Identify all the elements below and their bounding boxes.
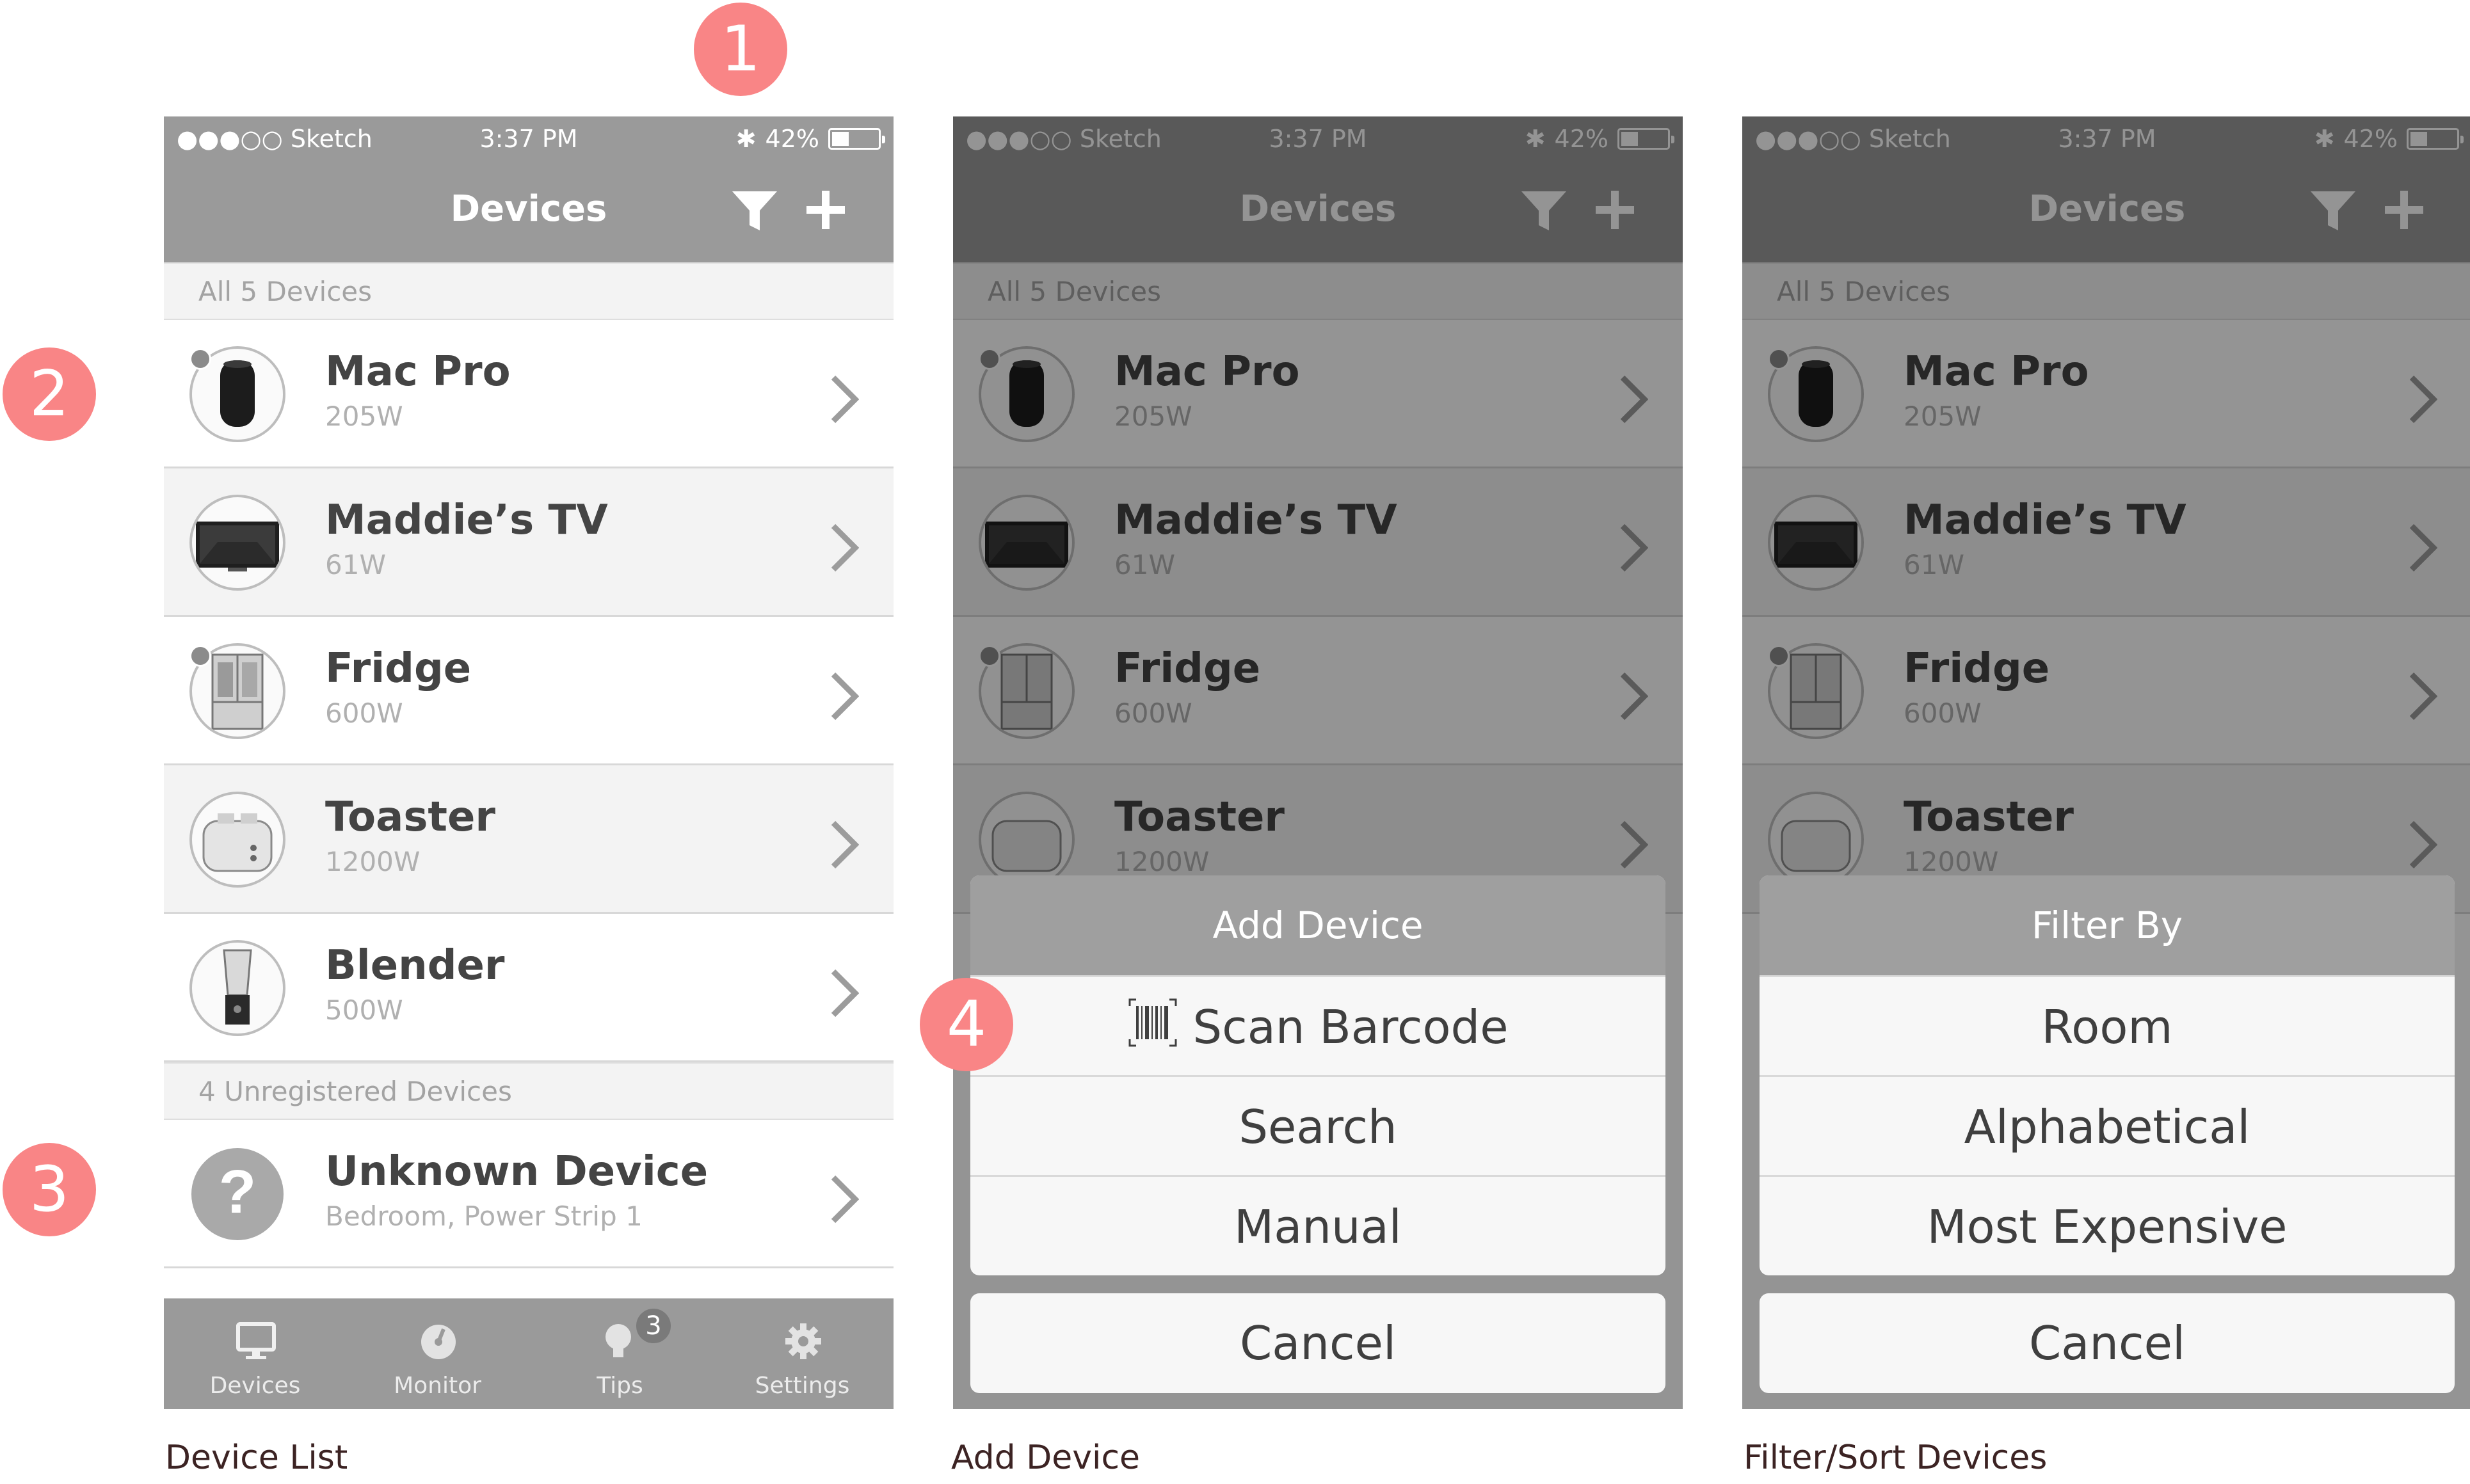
tab-monitor[interactable]: Monitor — [346, 1298, 529, 1409]
svg-text:?: ? — [219, 1158, 257, 1226]
device-power: 600W — [325, 698, 403, 729]
cancel-button[interactable]: Cancel — [970, 1293, 1665, 1393]
barcode-icon — [1128, 998, 1177, 1047]
chevron-right-icon — [831, 1175, 859, 1224]
filter-by-sheet: Filter By Room Alphabetical Most Expensi… — [1760, 875, 2455, 1275]
add-device-button[interactable] — [805, 189, 846, 230]
device-name: Unknown Device — [325, 1148, 709, 1195]
chevron-right-icon — [831, 820, 859, 869]
battery-icon — [828, 128, 885, 150]
device-row-toaster[interactable]: Toaster 1200W — [164, 765, 894, 914]
scan-barcode-option[interactable]: Scan Barcode — [970, 975, 1665, 1075]
device-power: 500W — [325, 994, 403, 1026]
device-avatar — [189, 792, 285, 888]
device-avatar — [189, 940, 285, 1036]
tab-label: Monitor — [394, 1373, 481, 1399]
device-row-mac-pro[interactable]: Mac Pro 205W — [164, 320, 894, 468]
tab-bar: Devices Monitor 3 Tips Settings — [164, 1298, 894, 1409]
device-list-screen: ●●●○○ Sketch 3:37 PM ✱ 42% Devices All 5… — [164, 116, 894, 1409]
search-option[interactable]: Search — [970, 1075, 1665, 1175]
device-row-maddies-tv[interactable]: Maddie’s TV 61W — [164, 468, 894, 617]
alphabetical-option[interactable]: Alphabetical — [1760, 1075, 2455, 1175]
tab-devices[interactable]: Devices — [164, 1298, 346, 1409]
add-device-screen: ●●●○○ Sketch 3:37 PM ✱ 42% Devices All 5… — [953, 116, 1683, 1409]
filter-devices-screen: ●●●○○ Sketch 3:37 PM ✱ 42% Devices All 5… — [1742, 116, 2470, 1409]
device-name: Fridge — [325, 645, 472, 692]
chevron-right-icon — [831, 672, 859, 721]
device-name: Blender — [325, 942, 505, 989]
device-location: Bedroom, Power Strip 1 — [325, 1201, 643, 1232]
device-row-blender[interactable]: Blender 500W — [164, 914, 894, 1062]
room-option[interactable]: Room — [1760, 975, 2455, 1075]
section-header-registered: All 5 Devices — [164, 262, 894, 320]
gauge-icon — [421, 1325, 456, 1359]
sheet-title: Add Device — [970, 875, 1665, 975]
device-power: 205W — [325, 401, 403, 432]
device-avatar: ? — [189, 1146, 285, 1242]
add-device-sheet: Add Device Scan Barcode Search Manual — [970, 875, 1665, 1275]
page-title: Devices — [450, 188, 607, 230]
caption-add-device: Add Device — [951, 1439, 1141, 1477]
filter-button[interactable] — [731, 189, 778, 234]
section-header-unregistered: 4 Unregistered Devices — [164, 1062, 894, 1120]
status-dot — [189, 645, 211, 667]
device-row-unknown[interactable]: ? Unknown Device Bedroom, Power Strip 1 — [164, 1120, 894, 1268]
caption-filter-sort: Filter/Sort Devices — [1744, 1439, 2048, 1477]
most-expensive-option[interactable]: Most Expensive — [1760, 1175, 2455, 1275]
device-name: Toaster — [325, 794, 495, 841]
option-label: Scan Barcode — [1192, 1000, 1509, 1054]
device-power: 61W — [325, 549, 386, 580]
blender-icon — [223, 949, 252, 1025]
tab-label: Devices — [209, 1373, 301, 1399]
toaster-icon — [202, 813, 273, 872]
question-icon: ? — [191, 1148, 284, 1240]
nav-bar: Devices — [164, 161, 894, 262]
caption-device-list: Device List — [165, 1439, 348, 1477]
device-name: Maddie’s TV — [325, 497, 608, 544]
tab-settings[interactable]: Settings — [711, 1298, 894, 1409]
tab-label: Settings — [755, 1373, 850, 1399]
callout-2: 2 — [3, 347, 96, 441]
bluetooth-icon: ✱ — [735, 125, 757, 153]
tab-label: Tips — [597, 1373, 643, 1399]
device-name: Mac Pro — [325, 348, 511, 395]
callout-1: 1 — [694, 3, 787, 96]
tab-tips[interactable]: 3 Tips — [529, 1298, 711, 1409]
device-avatar — [189, 495, 285, 591]
chevron-right-icon — [831, 969, 859, 1017]
status-dot — [189, 348, 211, 370]
tv-icon — [196, 522, 279, 571]
monitor-icon — [236, 1322, 276, 1359]
chevron-right-icon — [831, 523, 859, 572]
cancel-button[interactable]: Cancel — [1760, 1293, 2455, 1393]
device-row-fridge[interactable]: Fridge 600W — [164, 617, 894, 765]
status-bar: ●●●○○ Sketch 3:37 PM ✱ 42% — [164, 116, 894, 161]
tips-badge: 3 — [634, 1306, 673, 1346]
callout-4: 4 — [920, 978, 1013, 1071]
battery-percent: 42% — [765, 125, 819, 153]
status-right: ✱ 42% — [735, 125, 885, 153]
gear-icon — [785, 1323, 821, 1359]
device-power: 1200W — [325, 846, 421, 877]
callout-3: 3 — [3, 1143, 96, 1236]
manual-option[interactable]: Manual — [970, 1175, 1665, 1275]
chevron-right-icon — [831, 375, 859, 424]
sheet-title: Filter By — [1760, 875, 2455, 975]
